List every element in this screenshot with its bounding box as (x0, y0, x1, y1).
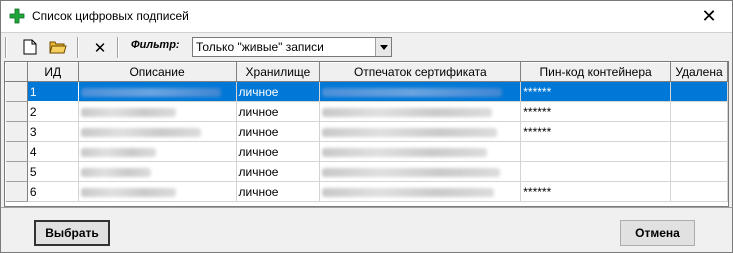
cell-thumbprint[interactable] (319, 161, 522, 182)
window-title: Список цифровых подписей (32, 9, 189, 23)
row-indicator[interactable] (5, 81, 28, 102)
signatures-table: ИД Описание Хранилище Отпечаток сертифик… (5, 62, 728, 202)
redacted-text (322, 127, 498, 137)
filter-select[interactable]: Только "живые" записи (192, 37, 392, 57)
delete-button[interactable]: ✕ (89, 37, 111, 59)
title-bar: Список цифровых подписей ✕ (1, 1, 732, 32)
cell-storage[interactable]: личное (236, 101, 321, 122)
table-row[interactable]: 4 личное (5, 141, 728, 162)
header-row: ИД Описание Хранилище Отпечаток сертифик… (5, 62, 728, 82)
redacted-text (322, 87, 503, 97)
row-indicator-header (5, 62, 28, 82)
cell-id[interactable]: 4 (27, 141, 79, 162)
redacted-text (322, 147, 488, 157)
cell-thumbprint[interactable] (319, 141, 522, 162)
table-row[interactable]: 1 личное ****** (5, 81, 728, 102)
button-bar: Выбрать Отмена (1, 207, 732, 253)
cell-deleted[interactable] (670, 181, 728, 202)
redacted-text (80, 87, 221, 97)
redacted-text (80, 167, 151, 177)
cell-storage[interactable]: личное (236, 121, 321, 142)
column-header-storage[interactable]: Хранилище (235, 62, 321, 82)
cell-pin[interactable] (520, 141, 671, 162)
cell-thumbprint[interactable] (319, 81, 522, 102)
column-header-thumbprint[interactable]: Отпечаток сертификата (319, 62, 522, 82)
cell-deleted[interactable] (670, 101, 728, 122)
toolbar-separator (77, 37, 79, 58)
row-indicator[interactable] (5, 161, 28, 182)
app-icon (9, 8, 25, 24)
redacted-text (80, 187, 176, 197)
cell-id[interactable]: 2 (27, 101, 79, 122)
redacted-text (322, 187, 495, 197)
redacted-text (80, 147, 156, 157)
open-folder-icon (49, 40, 67, 57)
cell-pin[interactable]: ****** (520, 121, 671, 142)
cell-thumbprint[interactable] (319, 121, 522, 142)
table-row[interactable]: 2 личное ****** (5, 101, 728, 122)
cell-thumbprint[interactable] (319, 101, 522, 122)
cell-description[interactable] (78, 181, 237, 202)
cell-id[interactable]: 3 (27, 121, 79, 142)
row-indicator[interactable] (5, 141, 28, 162)
row-indicator[interactable] (5, 121, 28, 142)
table-row[interactable]: 6 личное ****** (5, 181, 728, 202)
new-document-icon (23, 39, 37, 58)
filter-value: Только "живые" записи (196, 40, 324, 54)
cell-deleted[interactable] (670, 161, 728, 182)
cell-id[interactable]: 5 (27, 161, 79, 182)
toolbar-separator (5, 37, 7, 58)
cell-deleted[interactable] (670, 121, 728, 142)
cell-description[interactable] (78, 161, 237, 182)
row-indicator[interactable] (5, 101, 28, 122)
cell-id[interactable]: 1 (26, 81, 79, 102)
column-header-deleted[interactable]: Удалена (669, 62, 728, 82)
column-header-id[interactable]: ИД (26, 62, 79, 82)
cell-storage[interactable]: личное (236, 81, 321, 102)
new-record-button[interactable] (19, 37, 41, 59)
chevron-down-icon[interactable] (375, 38, 391, 56)
delete-icon: ✕ (93, 40, 107, 57)
row-indicator[interactable] (5, 181, 28, 202)
cell-deleted[interactable] (670, 141, 728, 162)
toolbar-separator (117, 37, 119, 58)
filter-label: Фильтр: (131, 39, 180, 51)
cell-deleted[interactable] (670, 81, 728, 102)
cell-description[interactable] (78, 121, 237, 142)
close-icon: ✕ (701, 6, 717, 26)
column-header-description[interactable]: Описание (77, 62, 237, 82)
cell-pin[interactable] (520, 161, 671, 182)
cell-storage[interactable]: личное (236, 161, 321, 182)
cell-description[interactable] (78, 101, 237, 122)
cell-id[interactable]: 6 (27, 181, 79, 202)
close-button[interactable]: ✕ (686, 1, 732, 32)
open-button[interactable] (47, 37, 69, 59)
cell-pin[interactable]: ****** (520, 181, 671, 202)
dialog-window: Список цифровых подписей ✕ ✕ Фильтр: Тол… (0, 0, 733, 253)
redacted-text (80, 127, 201, 137)
redacted-text (80, 107, 176, 117)
select-button[interactable]: Выбрать (34, 220, 110, 246)
cell-storage[interactable]: личное (236, 141, 321, 162)
column-header-pin[interactable]: Пин-код контейнера (520, 62, 671, 82)
cell-description[interactable] (78, 81, 237, 102)
cell-description[interactable] (78, 141, 237, 162)
cell-pin[interactable]: ****** (520, 101, 671, 122)
table-row[interactable]: 5 личное (5, 161, 728, 182)
cell-storage[interactable]: личное (236, 181, 321, 202)
table-row[interactable]: 3 личное ****** (5, 121, 728, 142)
cancel-button[interactable]: Отмена (620, 220, 695, 246)
redacted-text (322, 167, 501, 177)
cell-thumbprint[interactable] (319, 181, 522, 202)
signatures-grid[interactable]: ИД Описание Хранилище Отпечаток сертифик… (4, 61, 729, 207)
redacted-text (322, 107, 493, 117)
cell-pin[interactable]: ****** (520, 81, 671, 102)
